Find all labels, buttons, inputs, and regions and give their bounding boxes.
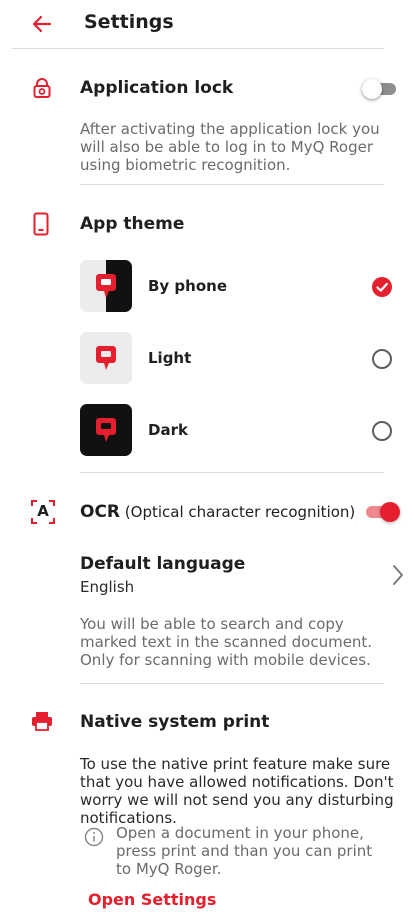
theme-label-light: Light xyxy=(148,349,192,367)
printer-icon xyxy=(32,712,52,731)
toggle-knob xyxy=(380,502,400,522)
theme-thumbnail-light xyxy=(80,332,132,384)
page-title: Settings xyxy=(84,11,174,33)
theme-thumbnail-dark xyxy=(80,404,132,456)
native-print-title: Native system print xyxy=(80,712,270,732)
theme-option-light[interactable]: Light xyxy=(76,330,396,390)
ocr-toggle[interactable] xyxy=(364,501,400,523)
native-print-info: Open a document in your phone, press pri… xyxy=(116,824,373,878)
chevron-right-icon xyxy=(393,565,403,585)
section-divider xyxy=(80,184,384,185)
arrow-left-icon xyxy=(32,15,52,33)
native-print-description: To use the native print feature make sur… xyxy=(80,755,394,827)
lock-icon xyxy=(33,78,51,98)
app-lock-title: Application lock xyxy=(80,78,234,98)
toggle-knob xyxy=(362,79,382,99)
phone-icon xyxy=(33,212,49,236)
theme-label-by-phone: By phone xyxy=(148,277,228,295)
section-divider xyxy=(80,472,384,473)
app-logo-icon xyxy=(96,274,116,298)
ocr-title-bold: OCR xyxy=(80,502,121,522)
theme-radio-by-phone[interactable] xyxy=(372,277,392,297)
app-logo-icon xyxy=(96,418,116,442)
default-language-value: English xyxy=(80,578,135,596)
app-logo-icon xyxy=(96,346,116,370)
ocr-title-rest: (Optical character recognition) xyxy=(120,503,356,521)
ocr-icon-letter: A xyxy=(37,502,49,520)
theme-label-dark: Dark xyxy=(148,421,188,439)
default-language-title: Default language xyxy=(80,554,246,574)
ocr-title: OCR (Optical character recognition) xyxy=(80,502,355,522)
theme-radio-light[interactable] xyxy=(372,349,392,369)
open-settings-link[interactable]: Open Settings xyxy=(88,890,216,909)
theme-thumbnail-by-phone xyxy=(80,260,132,312)
checkmark-icon xyxy=(376,282,388,292)
section-divider xyxy=(80,683,384,684)
ocr-description: You will be able to search and copy mark… xyxy=(80,615,373,669)
theme-option-by-phone[interactable]: By phone xyxy=(76,258,396,318)
app-lock-toggle[interactable] xyxy=(362,78,398,100)
theme-radio-dark[interactable] xyxy=(372,421,392,441)
app-lock-description: After activating the application lock yo… xyxy=(80,120,380,174)
info-icon xyxy=(84,827,104,847)
ocr-icon: A xyxy=(31,500,55,524)
header-divider xyxy=(12,48,384,49)
app-theme-title: App theme xyxy=(80,214,185,234)
default-language-row[interactable]: Default language English xyxy=(76,550,406,600)
theme-option-dark[interactable]: Dark xyxy=(76,402,396,462)
back-button[interactable] xyxy=(30,12,54,36)
